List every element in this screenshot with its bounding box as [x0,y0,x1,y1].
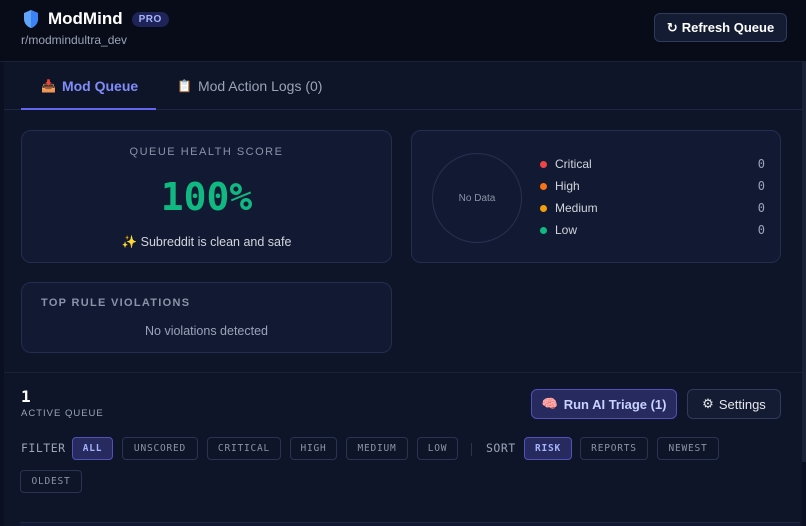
filter-medium[interactable]: MEDIUM [346,437,408,460]
queue-health-card: QUEUE HEALTH SCORE 100% ✨ Subreddit is c… [21,130,392,263]
legend-dot [540,182,547,190]
sort-risk[interactable]: RISK [524,437,572,460]
shield-icon [24,10,38,28]
brain-icon: 🧠 [541,396,558,411]
legend-item-medium: Medium 0 [540,200,765,216]
violations-empty-message: No violations detected [145,324,268,338]
risk-donut-chart: No Data [432,153,522,243]
run-ai-triage-button[interactable]: 🧠 Run AI Triage (1) [531,389,677,419]
refresh-queue-button[interactable]: ↻ Refresh Queue [654,13,787,42]
legend-count: 0 [757,179,765,193]
tab-mod-queue[interactable]: 📥 Mod Queue [41,62,138,110]
filter-low[interactable]: LOW [417,437,458,460]
filter-high[interactable]: HIGH [290,437,337,460]
legend-item-high: High 0 [540,178,765,194]
health-message: ✨ Subreddit is clean and safe [121,235,292,249]
filter-all[interactable]: ALL [72,437,113,460]
sort-reports[interactable]: REPORTS [580,437,648,460]
settings-button[interactable]: ⚙ Settings [687,389,781,419]
tab-bar: 📥 Mod Queue 📋 Mod Action Logs (0) [4,62,802,110]
tab-label: Mod Action Logs (0) [197,78,323,94]
sort-label: SORT [486,441,516,455]
inbox-tray-icon: 📥 [41,79,56,93]
legend-dot [540,160,547,168]
legend-dot [540,226,547,234]
scrollbar[interactable] [802,62,806,462]
legend-count: 0 [757,157,765,171]
clipboard-icon: 📋 [177,79,192,93]
pro-badge: PRO [131,11,169,27]
triage-label: Run AI Triage (1) [563,396,667,412]
legend-label: Medium [555,201,598,215]
filter-unscored[interactable]: UNSCORED [122,437,198,460]
filter-label: FILTER [21,441,66,455]
main-panel: 📥 Mod Queue 📋 Mod Action Logs (0) QUEUE … [4,62,802,526]
subreddit-name: r/modmindultra_dev [21,33,128,47]
refresh-icon: ↻ [666,19,678,35]
legend-count: 0 [757,201,765,215]
legend-item-low: Low 0 [540,222,765,238]
donut-empty-label: No Data [458,192,496,204]
active-tab-indicator [21,108,156,110]
sort-oldest[interactable]: OLDEST [20,470,82,493]
filter-sort-separator [471,443,472,456]
filter-critical[interactable]: CRITICAL [207,437,281,460]
section-divider [4,372,802,373]
health-title: QUEUE HEALTH SCORE [129,146,284,158]
tab-label: Mod Queue [61,78,139,94]
violations-title: TOP RULE VIOLATIONS [41,297,191,309]
legend-label: High [555,179,580,193]
legend-count: 0 [757,223,765,237]
settings-label: Settings [718,396,766,412]
app-header: ModMind PRO r/modmindultra_dev ↻ Refresh… [0,0,806,62]
risk-distribution-card: No Data Critical 0 High 0 Medium 0 Low 0 [411,130,781,263]
app-name: ModMind [48,9,123,28]
active-queue-label: ACTIVE QUEUE [21,408,104,419]
active-queue-count: 1 [21,387,31,406]
legend-dot [540,204,547,212]
gear-icon: ⚙ [702,396,714,411]
health-score: 100% [160,175,253,219]
tab-mod-action-logs[interactable]: 📋 Mod Action Logs (0) [177,62,322,110]
brand: ModMind PRO [22,9,169,29]
queue-list-top [20,522,800,526]
legend-label: Low [555,223,578,237]
refresh-queue-label: Refresh Queue [681,20,775,35]
sort-newest[interactable]: NEWEST [657,437,719,460]
legend-item-critical: Critical 0 [540,156,765,172]
rule-violations-card: TOP RULE VIOLATIONS No violations detect… [21,282,392,353]
legend-label: Critical [555,157,592,171]
